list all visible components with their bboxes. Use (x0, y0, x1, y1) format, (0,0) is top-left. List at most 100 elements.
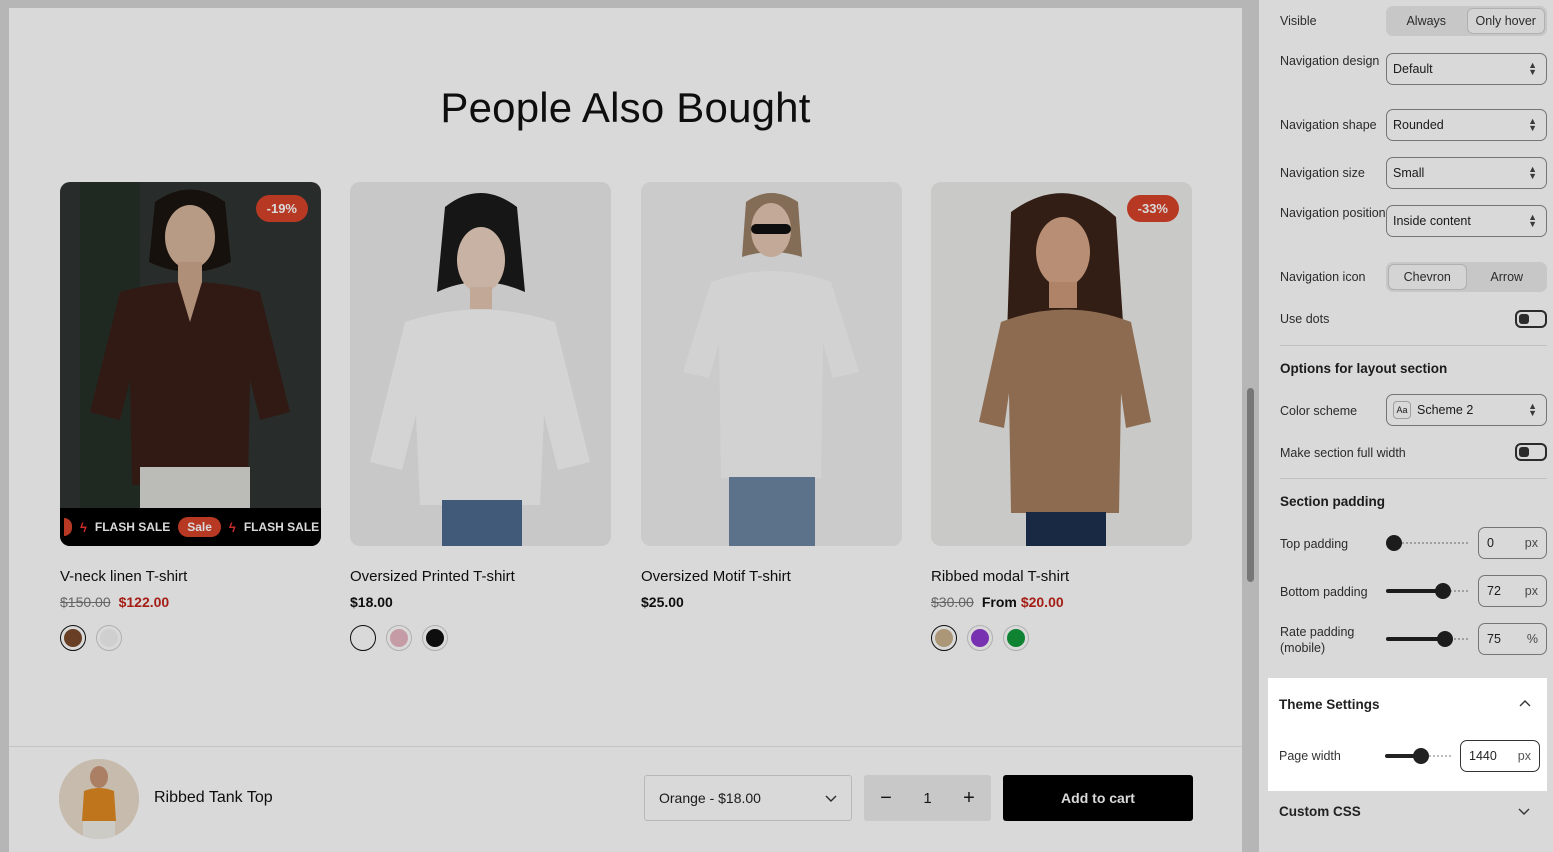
use-dots-toggle[interactable] (1515, 310, 1547, 328)
bottom-padding-setting: Bottom padding 72 px (1280, 575, 1547, 607)
visible-setting: Visible Always Only hover (1280, 6, 1547, 36)
price-compare: $30.00 (931, 594, 974, 610)
swatch[interactable] (60, 625, 86, 651)
chevron-down-icon[interactable] (1518, 805, 1530, 819)
rate-padding-label: Rate padding (mobile) (1280, 625, 1355, 655)
sale-pill: Sale (178, 517, 221, 537)
slider-knob[interactable] (1435, 583, 1452, 599)
top-padding-setting: Top padding 0 px (1280, 527, 1547, 559)
product-card[interactable]: -19% ϟ FLASH SALE Sale ϟ FLASH SALE V-ne… (60, 182, 321, 651)
slider-knob[interactable] (1386, 535, 1402, 551)
nav-icon-label: Navigation icon (1280, 270, 1366, 284)
section-title: People Also Bought (440, 84, 811, 131)
bottom-padding-slider[interactable] (1386, 583, 1470, 599)
product-image[interactable] (350, 182, 611, 546)
product-price: $30.00 From $20.00 (931, 594, 1192, 610)
product-image[interactable]: -33% (931, 182, 1192, 546)
slider-knob[interactable] (1436, 631, 1453, 647)
bottom-padding-input[interactable]: 72 px (1478, 575, 1547, 607)
product-image[interactable] (641, 182, 902, 546)
visible-option-only-hover[interactable]: Only hover (1466, 8, 1545, 34)
add-to-cart-button[interactable]: Add to cart (1003, 775, 1193, 821)
product-card[interactable]: Oversized Motif T-shirt $25.00 (641, 182, 902, 610)
swatch[interactable] (96, 625, 122, 651)
nav-shape-select[interactable]: Rounded ▲ ▼ (1386, 109, 1547, 141)
product-name[interactable]: Ribbed modal T-shirt (931, 568, 1192, 585)
nav-icon-option-arrow[interactable]: Arrow (1469, 264, 1546, 290)
quantity-value[interactable]: 1 (916, 790, 940, 807)
swatch[interactable] (422, 625, 448, 651)
nav-icon-segmented: Chevron Arrow (1386, 262, 1547, 292)
minus-button[interactable]: − (874, 787, 898, 810)
color-scheme-value: Scheme 2 (1417, 403, 1474, 417)
nav-icon-setting: Navigation icon Chevron Arrow (1280, 262, 1547, 292)
nav-position-label: Navigation position (1280, 206, 1386, 220)
nav-design-select[interactable]: Default ▲ ▼ (1386, 53, 1547, 85)
storefront-page: People Also Bought -19% ϟ FLASH SALE Sal… (9, 8, 1242, 852)
nav-icon-option-chevron[interactable]: Chevron (1388, 264, 1467, 290)
color-swatches (60, 625, 321, 651)
slider-knob[interactable] (1413, 748, 1430, 764)
rate-padding-input[interactable]: 75 % (1478, 623, 1547, 655)
visible-segmented: Always Only hover (1386, 6, 1547, 36)
product-name[interactable]: Oversized Motif T-shirt (641, 568, 902, 585)
color-scheme-label: Color scheme (1280, 404, 1358, 418)
plus-button[interactable]: + (957, 787, 981, 810)
color-scheme-display: Aa Scheme 2 (1393, 401, 1473, 419)
page-width-label: Page width (1279, 749, 1341, 763)
swatch[interactable] (350, 625, 376, 651)
nav-size-value: Small (1393, 166, 1425, 180)
nav-size-setting: Navigation size Small ▲ ▼ (1280, 156, 1547, 190)
page-width-slider[interactable] (1385, 748, 1451, 764)
variant-select[interactable]: Orange - $18.00 (644, 775, 852, 821)
product-price: $150.00 $122.00 (60, 594, 321, 610)
rate-padding-slider[interactable] (1386, 631, 1470, 647)
swatch[interactable] (386, 625, 412, 651)
price-sale: $20.00 (1020, 594, 1064, 610)
product-card[interactable]: -33% Ribbed modal T-shirt $30.00 From $2… (931, 182, 1192, 651)
nav-design-value: Default (1393, 62, 1433, 76)
nav-shape-value: Rounded (1393, 118, 1444, 132)
color-swatches (931, 625, 1192, 651)
color-scheme-select[interactable]: Aa Scheme 2 ▲ ▼ (1386, 394, 1547, 426)
swatch[interactable] (1003, 625, 1029, 651)
divider (1280, 478, 1547, 479)
bolt-icon: ϟ (228, 519, 236, 535)
custom-css-heading[interactable]: Custom CSS (1279, 804, 1361, 819)
page-width-input[interactable]: 1440 px (1460, 740, 1540, 772)
nav-size-select[interactable]: Small ▲ ▼ (1386, 157, 1547, 189)
product-name[interactable]: Oversized Printed T-shirt (350, 568, 611, 585)
swatch[interactable] (931, 625, 957, 651)
variant-value: Orange - $18.00 (659, 790, 761, 806)
bottom-padding-unit: px (1524, 584, 1538, 598)
scheme-swatch-icon: Aa (1393, 401, 1411, 419)
flash-sale-banner: ϟ FLASH SALE Sale ϟ FLASH SALE (60, 508, 321, 546)
full-width-toggle[interactable] (1515, 443, 1547, 461)
discount-badge: -19% (255, 195, 308, 222)
page-width-unit: px (1517, 749, 1531, 763)
theme-settings-heading[interactable]: Theme Settings (1279, 697, 1380, 712)
product-image[interactable]: -19% ϟ FLASH SALE Sale ϟ FLASH SALE (60, 182, 321, 546)
nav-position-setting: Navigation position Inside content ▲ ▼ (1280, 204, 1547, 238)
preview-scrollbar[interactable] (1247, 388, 1254, 582)
product-price: $25.00 (641, 594, 902, 610)
use-dots-setting: Use dots (1280, 309, 1547, 329)
nav-design-setting: Navigation design Default ▲ ▼ (1280, 52, 1547, 86)
select-arrows-icon: ▲ ▼ (1528, 212, 1537, 229)
flash-text: FLASH SALE (94, 520, 171, 534)
visible-label: Visible (1280, 14, 1317, 28)
top-padding-label: Top padding (1280, 537, 1349, 551)
top-padding-slider[interactable] (1386, 535, 1470, 551)
swatch[interactable] (967, 625, 993, 651)
top-padding-input[interactable]: 0 px (1478, 527, 1547, 559)
sticky-add-to-cart-bar: Ribbed Tank Top Orange - $18.00 − 1 + Ad… (9, 746, 1242, 852)
product-card[interactable]: Oversized Printed T-shirt $18.00 (350, 182, 611, 651)
chevron-down-icon (825, 790, 837, 806)
chevron-up-icon[interactable] (1519, 696, 1531, 710)
visible-option-always[interactable]: Always (1388, 8, 1465, 34)
full-width-label: Make section full width (1280, 446, 1406, 460)
product-name[interactable]: V-neck linen T-shirt (60, 568, 321, 585)
sticky-product-thumbnail (59, 759, 139, 839)
bottom-padding-value: 72 (1487, 584, 1501, 598)
nav-position-select[interactable]: Inside content ▲ ▼ (1386, 205, 1547, 237)
